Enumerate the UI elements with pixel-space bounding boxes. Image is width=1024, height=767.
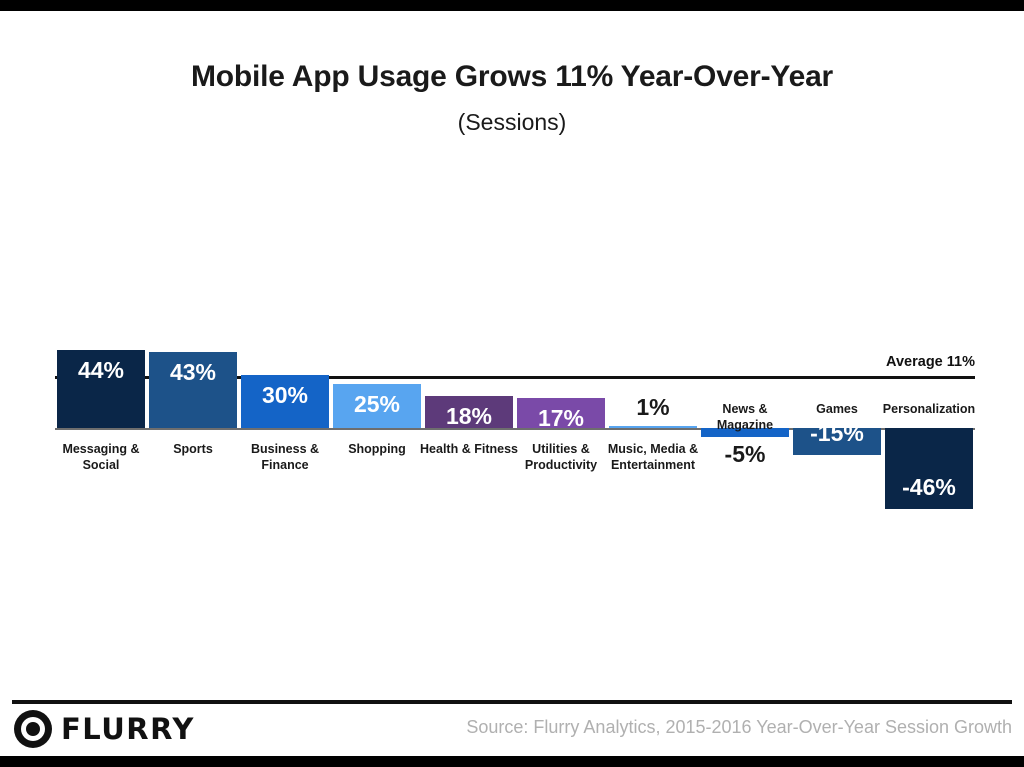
- category-label-3: Business & Finance: [250, 442, 320, 472]
- bar-value-label-10: -46%: [902, 474, 956, 501]
- flurry-wordmark: FLURRY: [61, 712, 195, 746]
- bar-value-label-8: -5%: [724, 440, 766, 467]
- average-line-label: Average 11%: [886, 354, 975, 370]
- top-black-band: [0, 0, 1024, 11]
- category-label-8: News & Magazine: [716, 402, 774, 432]
- bar-value-label-2: 43%: [169, 358, 217, 385]
- bar-value-label-9: -15%: [810, 419, 864, 446]
- bar-value-label-5: 18%: [445, 403, 493, 430]
- chart-subtitle: (Sessions): [457, 109, 567, 135]
- bar-value-label-3: 30%: [261, 381, 309, 408]
- chart-title: Mobile App Usage Grows 11% Year-Over-Yea…: [190, 60, 834, 93]
- flurry-logo: FLURRY: [14, 710, 195, 748]
- bar-value-label-6: 17%: [537, 404, 585, 431]
- chart-canvas: Mobile App Usage Grows 11% Year-Over-Yea…: [0, 0, 1024, 767]
- bar-value-label-1: 44%: [77, 357, 125, 384]
- category-label-2: Sports: [173, 442, 213, 456]
- footer-divider: [12, 700, 1012, 704]
- category-label-6: Utilities & Productivity: [524, 442, 598, 472]
- category-label-5: Health & Fitness: [420, 442, 518, 456]
- category-label-1: Messaging & Social: [62, 442, 140, 472]
- category-label-7: Music, Media & Entertainment: [607, 442, 699, 472]
- source-text: Source: Flurry Analytics, 2015-2016 Year…: [466, 717, 1012, 737]
- bar-value-label-4: 25%: [353, 390, 401, 417]
- bar-value-label-7: 1%: [636, 394, 670, 420]
- bar-7[interactable]: [609, 426, 697, 428]
- plot-area: Average 11% 44% Messaging & Social 43% Spor…: [55, 160, 975, 680]
- flurry-circle-icon: [14, 710, 52, 748]
- category-label-10: Personalization: [882, 402, 976, 416]
- category-label-4: Shopping: [348, 442, 406, 456]
- category-label-9: Games: [816, 402, 858, 416]
- bottom-black-band: [0, 756, 1024, 767]
